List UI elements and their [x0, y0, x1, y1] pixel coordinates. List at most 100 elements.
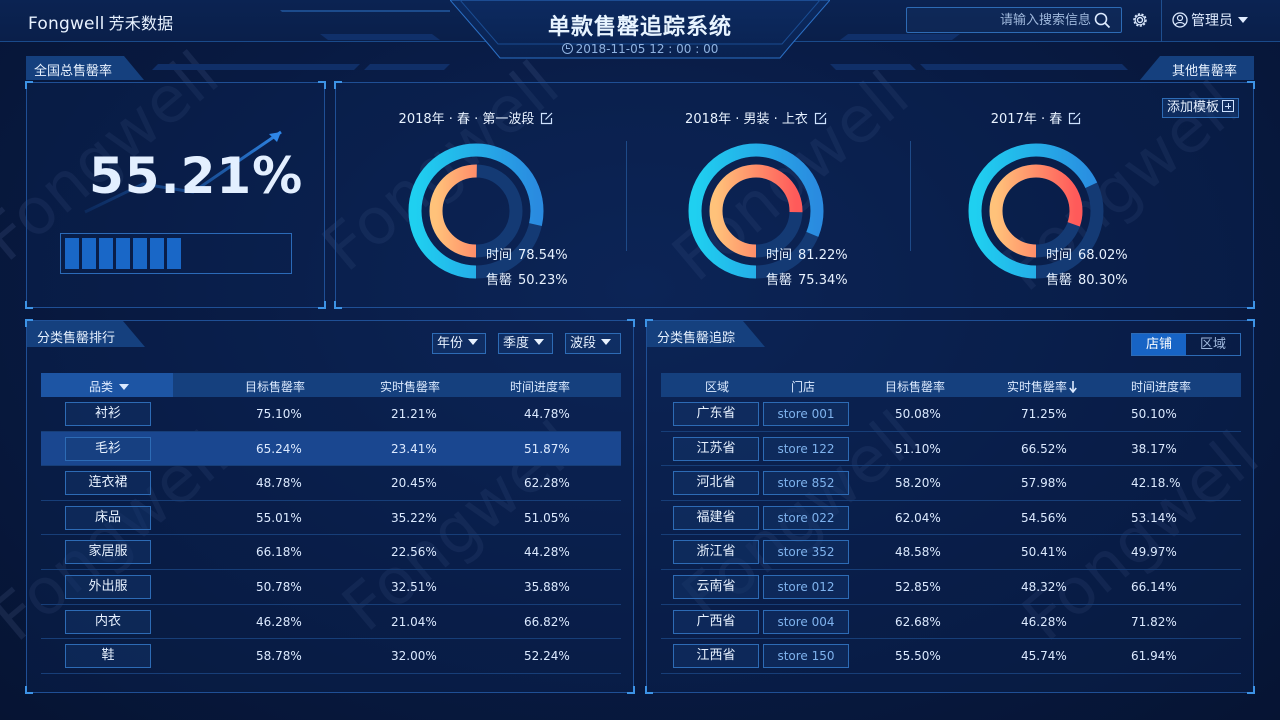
clock-icon	[561, 43, 573, 54]
table-row[interactable]: 云南省 store 012 52.85% 48.32% 66.14%	[661, 570, 1241, 605]
region-cell[interactable]: 河北省	[673, 471, 759, 496]
table-row[interactable]: 广西省 store 004 62.68% 46.28% 71.82%	[661, 605, 1241, 640]
tab-national-rate: 全国总售罄率	[26, 56, 146, 80]
category-cell[interactable]: 床品	[65, 505, 151, 530]
rate-bar-segment	[116, 238, 130, 269]
user-menu[interactable]: 管理员	[1172, 10, 1248, 30]
search-icon[interactable]	[1094, 12, 1111, 29]
target-rate-cell: 55.01%	[256, 510, 302, 525]
realtime-rate-cell: 66.52%	[1021, 441, 1067, 456]
table-row[interactable]: 福建省 store 022 62.04% 54.56% 53.14%	[661, 501, 1241, 536]
datetime-text: 2018-11-05 12 : 00 : 00	[575, 42, 719, 56]
time-progress-cell: 53.14%	[1131, 510, 1177, 525]
corner-deco	[25, 301, 33, 309]
donut-card: 2017年 · 春时间 68.02% 售罄 80.30%	[896, 83, 1176, 309]
store-cell[interactable]: store 122	[763, 436, 849, 461]
table-row[interactable]: 连衣裙 48.78% 20.45% 62.28%	[41, 466, 621, 501]
table-row[interactable]: 衬衫 75.10% 21.21% 44.78%	[41, 397, 621, 432]
table-row[interactable]: 毛衫 65.24% 23.41% 51.87%	[41, 431, 621, 467]
gear-icon[interactable]	[1131, 11, 1149, 29]
corner-deco	[645, 686, 653, 694]
toggle-store[interactable]: 店铺	[1132, 334, 1186, 355]
store-cell[interactable]: store 150	[763, 644, 849, 669]
sell-legend-label: 售罄	[486, 273, 513, 288]
search-input[interactable]	[915, 11, 1091, 29]
table-row[interactable]: 床品 55.01% 35.22% 51.05%	[41, 501, 621, 536]
category-cell[interactable]: 外出服	[65, 574, 151, 599]
filter-year-label: 年份	[437, 336, 464, 351]
target-rate-cell: 46.28%	[256, 614, 302, 629]
table-row[interactable]: 外出服 50.78% 32.51% 35.88%	[41, 570, 621, 605]
edit-icon[interactable]	[814, 112, 827, 125]
time-legend-label: 时间	[766, 248, 793, 263]
region-cell[interactable]: 云南省	[673, 574, 759, 599]
track-title: 分类售罄追踪	[657, 331, 736, 346]
store-cell[interactable]: store 352	[763, 540, 849, 565]
table-row[interactable]: 内衣 46.28% 21.04% 66.82%	[41, 605, 621, 640]
corner-deco	[25, 686, 33, 694]
logo-en: Fongwell	[28, 14, 105, 34]
store-cell[interactable]: store 852	[763, 471, 849, 496]
table-row[interactable]: 江西省 store 150 55.50% 45.74% 61.94%	[661, 639, 1241, 674]
category-cell[interactable]: 衬衫	[65, 402, 151, 426]
realtime-rate-cell: 57.98%	[1021, 476, 1067, 491]
target-rate-cell: 62.68%	[895, 614, 941, 629]
time-progress-cell: 44.28%	[524, 545, 570, 560]
region-cell[interactable]: 浙江省	[673, 540, 759, 565]
realtime-rate-cell: 20.45%	[391, 476, 437, 491]
category-cell[interactable]: 连衣裙	[65, 471, 151, 496]
col-category[interactable]: 品类	[89, 378, 130, 395]
time-value: 68.02%	[1078, 248, 1128, 263]
sell-legend-label: 售罄	[766, 273, 793, 288]
table-row[interactable]: 浙江省 store 352 48.58% 50.41% 49.97%	[661, 535, 1241, 570]
store-cell[interactable]: store 001	[763, 402, 849, 426]
col-realtime-rate-label: 实时售罄率	[1007, 380, 1068, 394]
col-time-progress: 时间进度率	[510, 380, 571, 394]
region-cell[interactable]: 福建省	[673, 505, 759, 530]
col-target-rate: 目标售罄率	[245, 380, 306, 394]
filter-year-dropdown[interactable]: 年份	[432, 333, 486, 354]
time-value: 78.54%	[518, 248, 568, 263]
filter-wave-dropdown[interactable]: 波段	[565, 333, 621, 354]
region-cell[interactable]: 广东省	[673, 402, 759, 426]
filter-season-dropdown[interactable]: 季度	[498, 333, 553, 354]
target-rate-cell: 58.20%	[895, 476, 941, 491]
region-cell[interactable]: 江西省	[673, 644, 759, 669]
edit-icon[interactable]	[1068, 112, 1081, 125]
sell-value: 80.30%	[1078, 273, 1128, 288]
table-row[interactable]: 家居服 66.18% 22.56% 44.28%	[41, 535, 621, 570]
section-deco-line	[152, 64, 1128, 70]
donut-title: 2018年 · 男装 · 上衣	[616, 108, 896, 127]
category-cell[interactable]: 内衣	[65, 609, 151, 634]
donut-title-text: 2017年 · 春	[990, 112, 1063, 127]
region-cell[interactable]: 广西省	[673, 609, 759, 634]
sell-legend: 售罄 80.30%	[1046, 269, 1128, 288]
target-rate-cell: 55.50%	[895, 649, 941, 664]
toggle-region[interactable]: 区域	[1186, 334, 1240, 355]
table-row[interactable]: 江苏省 store 122 51.10% 66.52% 38.17%	[661, 432, 1241, 467]
time-legend: 时间 81.22%	[766, 244, 848, 263]
realtime-rate-cell: 32.00%	[391, 649, 437, 664]
header-deco-left	[280, 10, 450, 40]
search-box[interactable]	[906, 7, 1122, 33]
target-rate-cell: 75.10%	[256, 407, 302, 421]
category-cell[interactable]: 毛衫	[65, 436, 151, 461]
sell-legend: 售罄 50.23%	[486, 269, 568, 288]
table-row[interactable]: 鞋 58.78% 32.00% 52.24%	[41, 639, 621, 674]
col-realtime-rate[interactable]: 实时售罄率	[1007, 378, 1077, 395]
edit-icon[interactable]	[540, 112, 553, 125]
category-cell[interactable]: 家居服	[65, 540, 151, 565]
donut-title-text: 2018年 · 男装 · 上衣	[685, 112, 808, 127]
filter-wave-label: 波段	[570, 336, 597, 351]
store-cell[interactable]: store 012	[763, 574, 849, 599]
region-cell[interactable]: 江苏省	[673, 436, 759, 461]
category-cell[interactable]: 鞋	[65, 644, 151, 669]
rank-title-tab: 分类售罄排行	[27, 321, 147, 347]
sell-value: 75.34%	[798, 273, 848, 288]
store-cell[interactable]: store 004	[763, 609, 849, 634]
time-progress-cell: 49.97%	[1131, 545, 1177, 560]
store-cell[interactable]: store 022	[763, 505, 849, 530]
table-row[interactable]: 河北省 store 852 58.20% 57.98% 42.18.%	[661, 466, 1241, 501]
header-divider	[1161, 0, 1162, 42]
table-row[interactable]: 广东省 store 001 50.08% 71.25% 50.10%	[661, 397, 1241, 432]
